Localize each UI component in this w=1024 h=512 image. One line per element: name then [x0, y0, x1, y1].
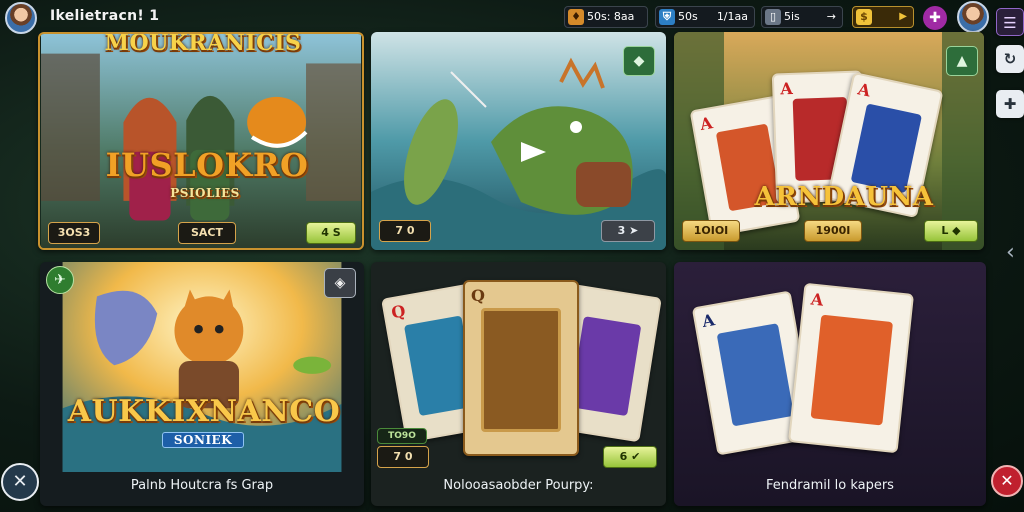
- game-tile-6[interactable]: A A Fendramil lo kapers: [674, 262, 986, 506]
- top-bar: Ikelietracn! 1 ♦ 50s: 8aa ⛨ 50s 1/1aa ▯ …: [0, 0, 1024, 34]
- play-icon: ▶: [899, 11, 907, 22]
- close-button[interactable]: ✕: [991, 465, 1023, 497]
- shield-value-secondary: 1/1aa: [716, 10, 748, 23]
- tile-6-caption: Fendramil lo kapers: [766, 478, 894, 493]
- tile-5-label: TO9O: [377, 428, 427, 444]
- game-tile-3[interactable]: A A A ▲ ARNDAUNA 1OIOI 1900I L ◆: [674, 32, 984, 250]
- add-currency-button[interactable]: ✚: [923, 6, 947, 30]
- tile-1-subtitle: PSIOLIES: [170, 186, 240, 200]
- shield-counter[interactable]: ⛨ 50s 1/1aa: [655, 6, 755, 28]
- tile-3-stat-mid: 1900I: [804, 220, 862, 242]
- tile-5-card-2: Q: [463, 280, 579, 456]
- tile-4-caption: Palnb Houtcra fs Grap: [130, 478, 274, 493]
- tile-5-stat-left: 7 0: [377, 446, 429, 468]
- tile-1-title: IUSLOKRO: [105, 146, 309, 184]
- menu-button[interactable]: ☰: [996, 8, 1024, 36]
- tile-2-artwork: [371, 32, 666, 250]
- tile-3-title: ARNDAUNA: [754, 182, 934, 212]
- gold-coin-icon: $: [856, 9, 872, 25]
- tile-1-title-top: MOUKRANICIS: [104, 32, 302, 56]
- plane-icon[interactable]: ✈: [46, 266, 74, 294]
- add-button[interactable]: ✚: [996, 90, 1024, 118]
- shield-icon: ⛨: [659, 9, 675, 25]
- tile-4-title: AUKKIXNANCO: [67, 394, 341, 429]
- chevron-left-icon[interactable]: ‹: [1006, 240, 1015, 265]
- tile-4-badge-icon[interactable]: ◈: [324, 268, 356, 298]
- tile-2-stat-left: 7 0: [379, 220, 431, 242]
- card-counter[interactable]: ▯ 5is →: [761, 6, 843, 28]
- tile-3-stat-left: 1OIOI: [682, 220, 740, 242]
- tile-1-play-button[interactable]: 4 S: [306, 222, 356, 244]
- player-name: Ikelietracn! 1: [50, 8, 160, 24]
- fire-gem-icon: ♦: [568, 9, 584, 25]
- shield-value: 50s: [678, 10, 698, 23]
- refresh-button[interactable]: ↻: [996, 45, 1024, 73]
- game-tile-1[interactable]: MOUKRANICIS IUSLOKRO PSIOLIES 3OS3 SACT …: [38, 32, 364, 250]
- gem-value: 50s: 8aa: [587, 10, 635, 23]
- game-tile-4[interactable]: ✈ ◈ AUKKIXNANCO SONIEK Palnb Houtcra fs …: [40, 262, 364, 506]
- tile-1-stat-mid: SACT: [178, 222, 236, 244]
- tile-5-caption: Nolooasaobder Pourpy:: [443, 478, 594, 493]
- card-value: 5is: [784, 10, 800, 23]
- tile-2-play-button[interactable]: 3 ➤: [601, 220, 655, 242]
- tools-button[interactable]: ✕: [1, 463, 39, 501]
- gold-counter[interactable]: $ ▶: [852, 6, 914, 28]
- tile-3-badge-icon[interactable]: ▲: [946, 46, 978, 76]
- game-tile-2[interactable]: ◆ 7 0 3 ➤: [371, 32, 666, 250]
- gem-counter[interactable]: ♦ 50s: 8aa: [564, 6, 648, 28]
- tile-1-stat-left: 3OS3: [48, 222, 100, 244]
- arrow-right-icon: →: [826, 10, 836, 23]
- tile-5-play-button[interactable]: 6 ✔: [603, 446, 657, 468]
- tile-2-badge-icon[interactable]: ◆: [623, 46, 655, 76]
- card-icon: ▯: [765, 9, 781, 25]
- friend-avatar[interactable]: [957, 1, 989, 33]
- tile-1-artwork: [40, 34, 362, 248]
- player-avatar[interactable]: [5, 2, 37, 34]
- tile-4-subtitle: SONIEK: [162, 432, 244, 448]
- game-tile-5[interactable]: Q Q TO9O 7 0 6 ✔ Nolooasaobder Pourpy:: [371, 262, 666, 506]
- tile-6-card-2: A: [787, 282, 915, 454]
- tile-3-play-button[interactable]: L ◆: [924, 220, 978, 242]
